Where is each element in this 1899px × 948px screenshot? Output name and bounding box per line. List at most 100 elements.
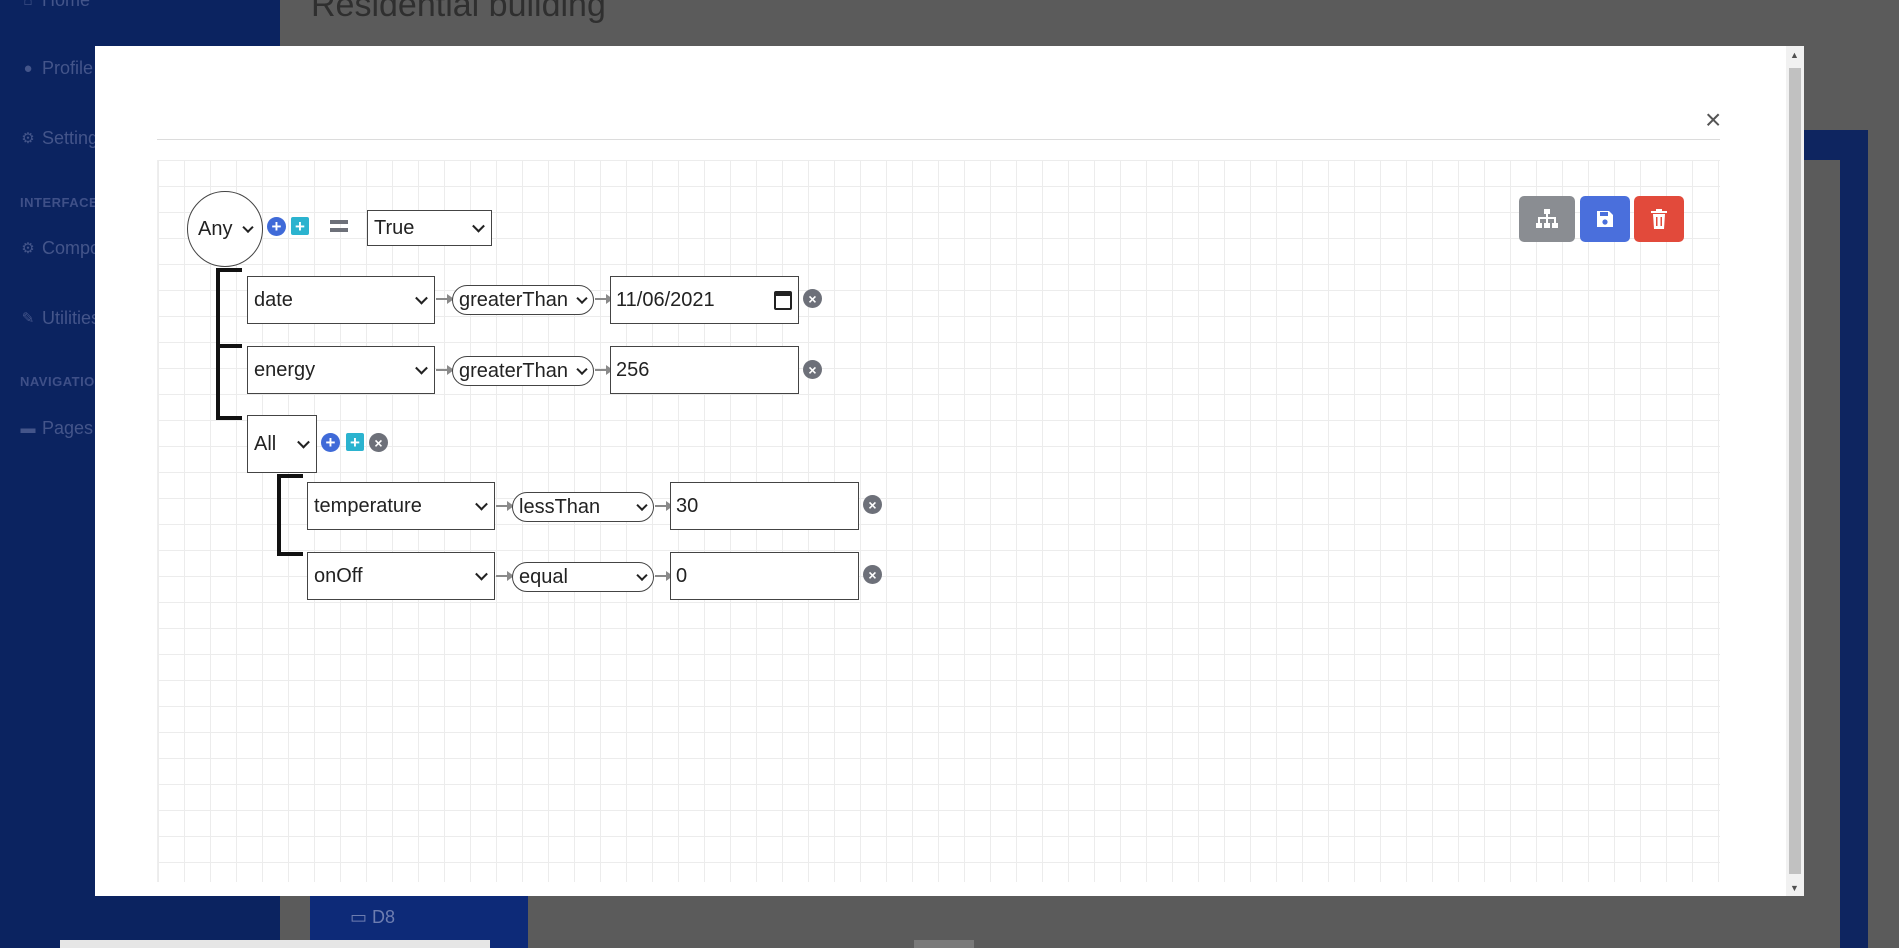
save-icon <box>1597 211 1613 227</box>
scroll-up-icon[interactable]: ▲ <box>1790 50 1799 60</box>
select-value: energy <box>254 358 316 381</box>
modal-divider <box>157 139 1720 140</box>
subgroup-combinator-select[interactable]: All <box>247 415 317 473</box>
sidebar-item-utilities[interactable]: ✎ Utilities <box>20 308 100 329</box>
condition-date-input[interactable]: 11/06/2021 <box>610 276 799 324</box>
chevron-down-icon <box>475 497 488 511</box>
user-icon: ● <box>23 59 33 77</box>
chevron-down-icon <box>472 219 485 233</box>
horizontal-scrollbar-thumb[interactable] <box>914 940 974 948</box>
select-value: True <box>374 216 415 239</box>
condition-value-input[interactable]: 256 <box>610 346 799 394</box>
sidebar-item-profile[interactable]: ● Profile <box>20 58 93 79</box>
wrench-icon: ✎ <box>21 309 35 327</box>
rule-builder-modal: × Any + + True date greaterThan 11/06/20… <box>95 46 1804 896</box>
chevron-down-icon <box>242 221 254 234</box>
arrow-connector <box>496 571 514 581</box>
calendar-icon[interactable] <box>774 291 792 310</box>
arrow-connector <box>595 294 613 304</box>
condition-operator-select[interactable]: greaterThan <box>452 285 594 315</box>
remove-condition-icon[interactable]: × <box>803 360 822 379</box>
sidebar-heading-navigation: NAVIGATION <box>20 374 105 389</box>
add-condition-icon[interactable]: + <box>267 217 286 236</box>
background-panel <box>1800 130 1868 948</box>
tree-connector <box>277 474 303 478</box>
sidebar-item-label: Home <box>42 0 91 10</box>
chevron-down-icon <box>636 569 648 582</box>
chevron-down-icon <box>576 292 588 305</box>
condition-operator-select[interactable]: greaterThan <box>452 356 594 386</box>
arrow-connector <box>655 571 673 581</box>
select-value: lessThan <box>519 495 601 518</box>
add-group-icon[interactable]: + <box>291 217 309 235</box>
close-button[interactable]: × <box>1705 106 1721 134</box>
add-group-icon[interactable]: + <box>346 433 364 451</box>
arrow-connector <box>595 365 613 375</box>
trash-icon <box>1651 209 1667 229</box>
select-value: date <box>254 288 293 311</box>
chevron-down-icon <box>415 361 428 375</box>
horizontal-scrollbar[interactable] <box>60 940 490 948</box>
combinator-value: Any <box>198 217 233 240</box>
tree-connector <box>216 416 242 420</box>
submenu-item-d8[interactable]: ▭ D8 <box>350 907 395 928</box>
select-value: onOff <box>314 564 363 587</box>
condition-operator-select[interactable]: equal <box>512 562 654 592</box>
chevron-down-icon <box>475 567 488 581</box>
select-value: equal <box>519 565 568 588</box>
tree-connector <box>277 474 281 556</box>
sidebar-heading-interface: INTERFACE <box>20 195 99 210</box>
arrow-connector <box>655 501 673 511</box>
condition-field-select[interactable]: date <box>247 276 435 324</box>
folder-icon: ▬ <box>20 419 36 437</box>
sidebar-item-label: Pages <box>42 418 94 438</box>
condition-operator-select[interactable]: lessThan <box>512 492 654 522</box>
remove-condition-icon[interactable]: × <box>803 289 822 308</box>
root-value-select[interactable]: True <box>367 210 492 246</box>
delete-button[interactable] <box>1634 196 1684 242</box>
select-value: temperature <box>314 494 422 517</box>
arrow-connector <box>496 501 514 511</box>
remove-group-icon[interactable]: × <box>369 433 388 452</box>
condition-field-select[interactable]: onOff <box>307 552 495 600</box>
scroll-down-icon[interactable]: ▼ <box>1790 883 1799 893</box>
gear-icon: ⚙ <box>21 239 35 257</box>
save-button[interactable] <box>1580 196 1630 242</box>
arrow-connector <box>436 294 454 304</box>
tree-connector <box>216 268 242 272</box>
input-value: 256 <box>616 358 650 381</box>
scrollbar-thumb[interactable] <box>1789 68 1801 874</box>
modal-scrollbar[interactable]: ▲ ▼ <box>1786 46 1804 896</box>
input-value: 0 <box>676 564 688 587</box>
tree-view-button[interactable] <box>1519 196 1575 242</box>
input-value: 11/06/2021 <box>616 288 715 311</box>
remove-condition-icon[interactable]: × <box>863 495 882 514</box>
add-condition-icon[interactable]: + <box>321 433 340 452</box>
input-value: 30 <box>676 494 699 517</box>
root-combinator-select[interactable]: Any <box>187 191 263 267</box>
tree-connector <box>216 344 242 348</box>
sidebar-item-pages[interactable]: ▬ Pages <box>20 418 94 439</box>
page-title: Residential building <box>311 0 606 24</box>
condition-field-select[interactable]: temperature <box>307 482 495 530</box>
sidebar-item-label: Profile <box>42 58 94 78</box>
chevron-down-icon <box>576 363 588 376</box>
select-value: greaterThan <box>459 288 568 311</box>
condition-field-select[interactable]: energy <box>247 346 435 394</box>
chevron-down-icon <box>636 499 648 512</box>
select-value: greaterThan <box>459 359 568 382</box>
sidebar-item-home[interactable]: ⌂ Home <box>20 0 90 11</box>
condition-value-input[interactable]: 30 <box>670 482 859 530</box>
select-value: All <box>254 432 277 455</box>
remove-condition-icon[interactable]: × <box>863 565 882 584</box>
condition-value-input[interactable]: 0 <box>670 552 859 600</box>
equals-icon <box>330 220 348 232</box>
tree-connector <box>277 552 303 556</box>
gear-icon: ⚙ <box>21 129 35 147</box>
chevron-down-icon <box>415 291 428 305</box>
bed-icon: ▭ <box>350 907 368 927</box>
arrow-connector <box>436 365 454 375</box>
sidebar-item-settings[interactable]: ⚙ Settings <box>20 128 107 149</box>
sidebar-item-label: Utilities <box>42 308 101 328</box>
chevron-down-icon <box>297 435 310 449</box>
